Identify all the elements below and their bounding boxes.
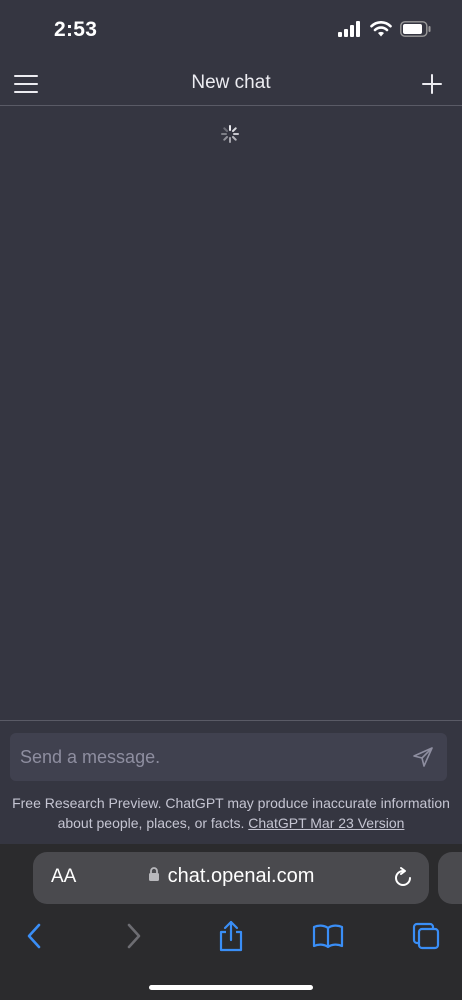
composer-panel: Free Research Preview. ChatGPT may produ… xyxy=(0,720,462,844)
browser-toolbar xyxy=(0,916,462,956)
spinner-icon xyxy=(220,124,240,144)
reload-icon[interactable] xyxy=(391,866,415,890)
url-text: chat.openai.com xyxy=(167,865,315,887)
plus-icon[interactable] xyxy=(416,68,448,100)
home-indicator xyxy=(149,985,313,990)
version-link[interactable]: ChatGPT Mar 23 Version xyxy=(248,815,404,831)
chat-header: New chat xyxy=(0,62,462,106)
status-icons xyxy=(338,20,432,42)
page-title: New chat xyxy=(191,72,271,93)
forward-icon[interactable] xyxy=(118,920,150,952)
browser-chrome: AA chat.openai.com xyxy=(0,844,462,1000)
back-icon[interactable] xyxy=(18,920,50,952)
cellular-signal-icon xyxy=(338,20,362,42)
url-display: chat.openai.com xyxy=(33,865,429,888)
address-bar[interactable]: AA chat.openai.com xyxy=(33,852,429,904)
tabs-icon[interactable] xyxy=(410,920,442,952)
status-time: 2:53 xyxy=(54,18,98,41)
lock-icon xyxy=(148,866,160,887)
status-bar: 2:53 xyxy=(0,0,462,62)
message-input[interactable] xyxy=(20,733,400,781)
bookmarks-icon[interactable] xyxy=(312,920,344,952)
battery-icon xyxy=(400,20,432,42)
message-box xyxy=(10,733,447,781)
wifi-icon xyxy=(370,20,392,42)
share-icon[interactable] xyxy=(215,920,247,952)
send-icon[interactable] xyxy=(411,745,435,769)
disclaimer: Free Research Preview. ChatGPT may produ… xyxy=(10,793,452,833)
next-tab-preview[interactable] xyxy=(438,852,462,904)
